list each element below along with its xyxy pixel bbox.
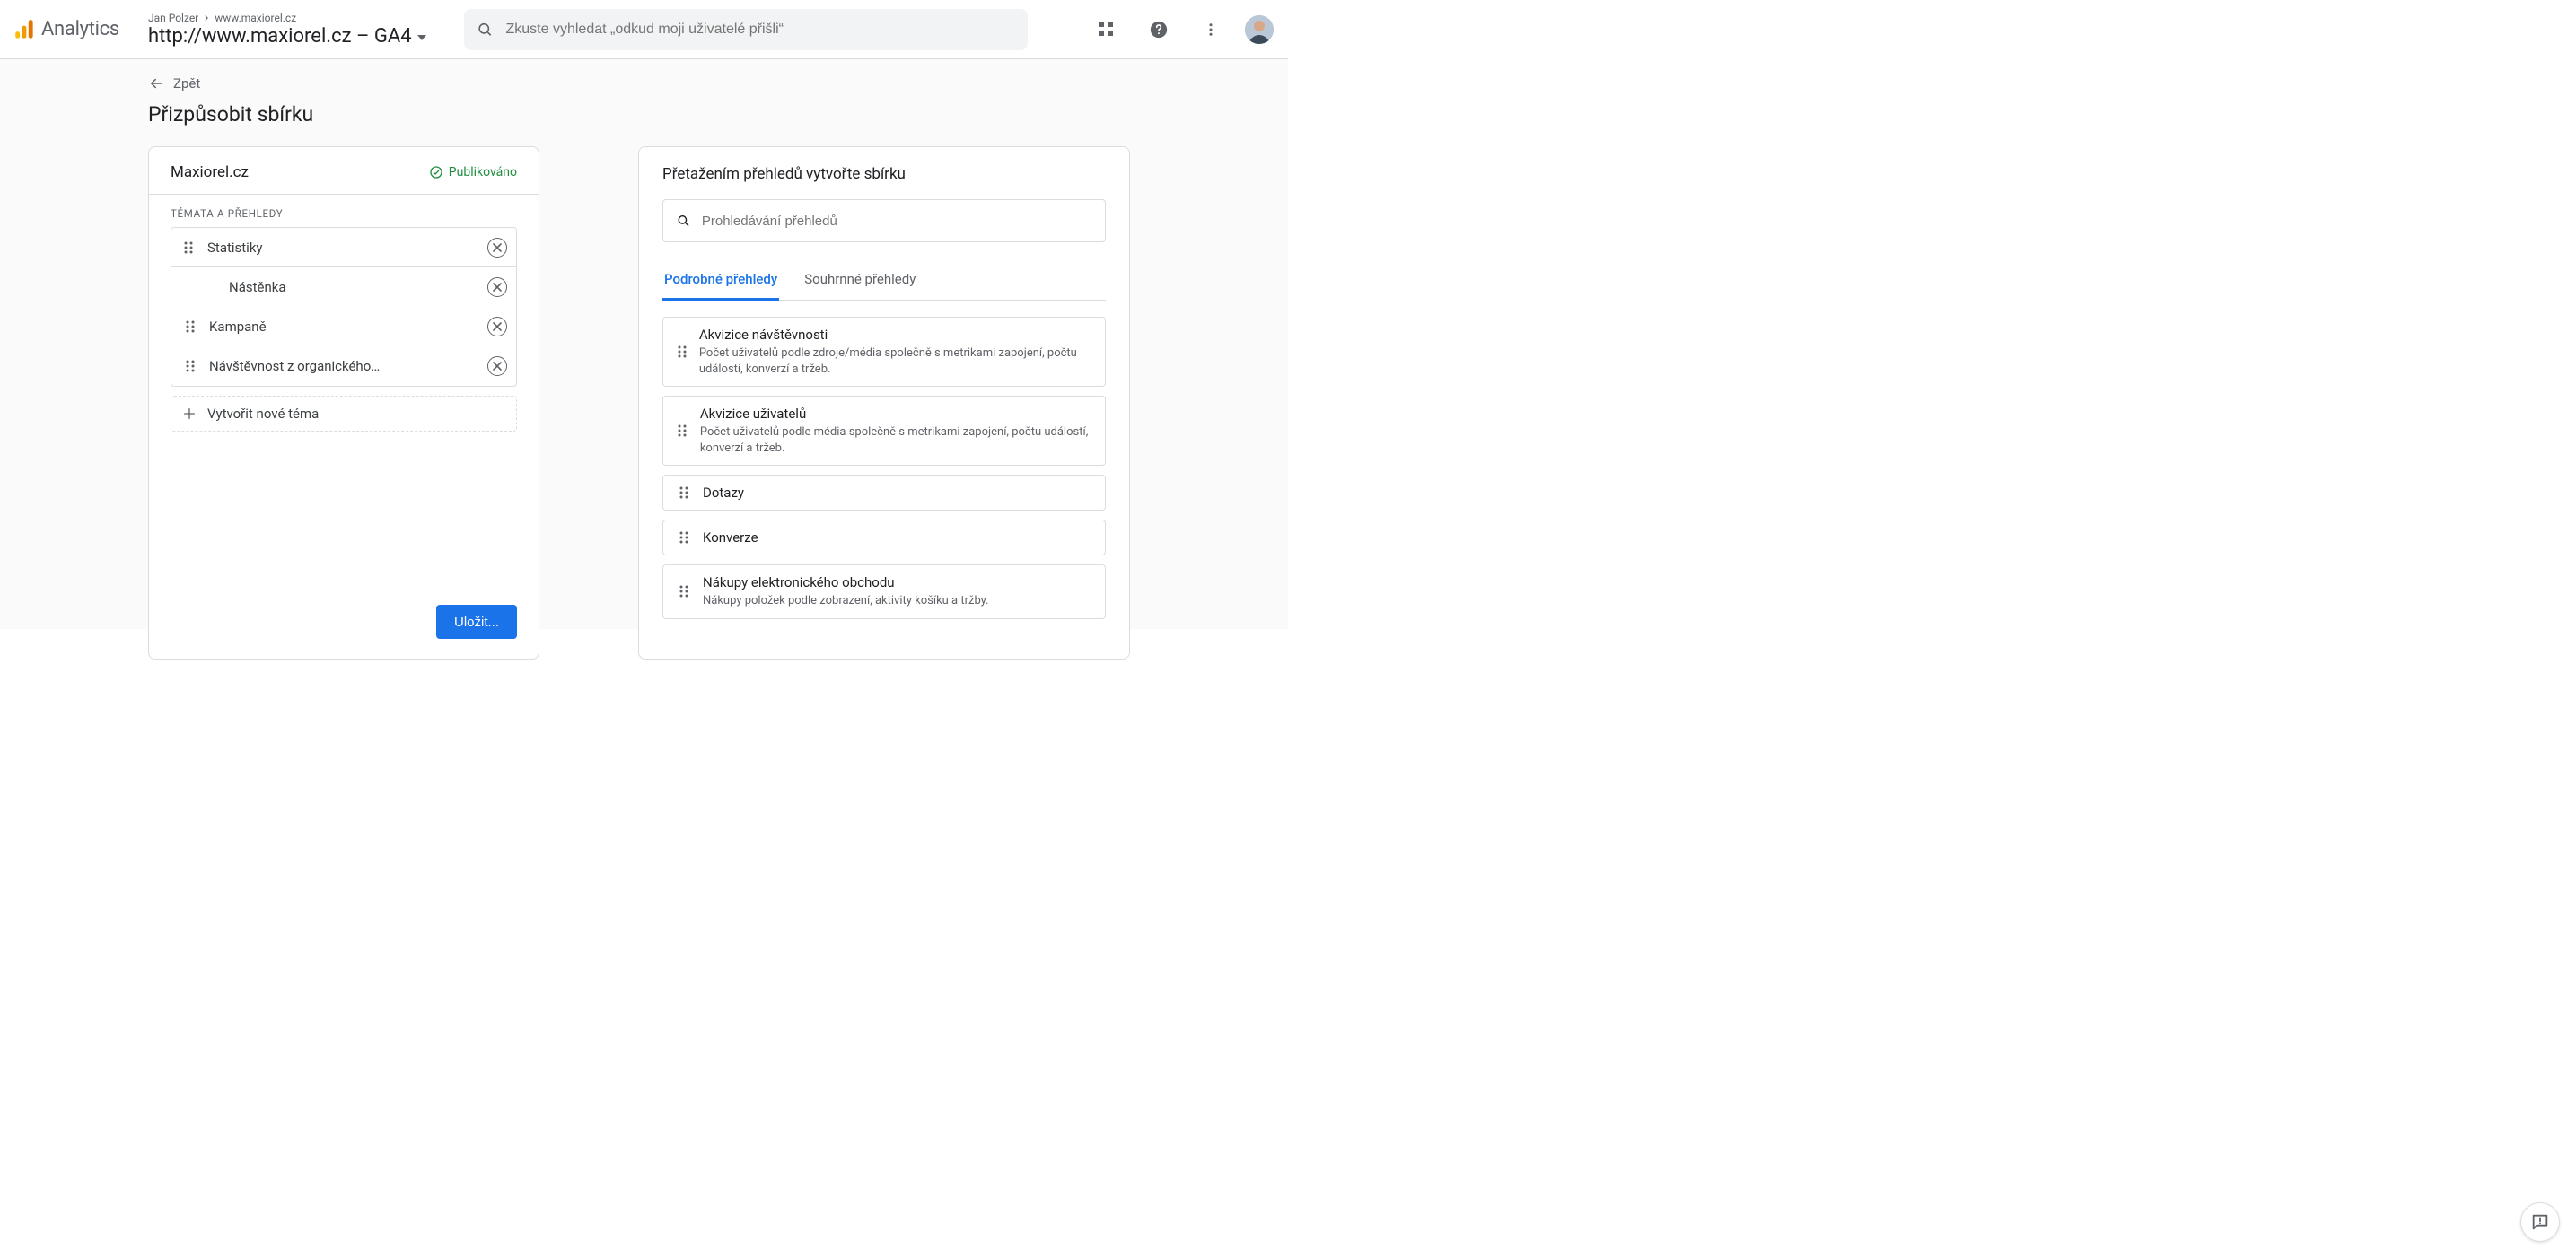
library-item[interactable]: Dotazy [662, 475, 1106, 511]
plus-icon [182, 406, 197, 421]
library-item-title: Akvizice uživatelů [700, 406, 1092, 422]
more-vert-icon [1203, 22, 1219, 38]
library-item-title: Akvizice návštěvnosti [699, 327, 1092, 343]
library-item[interactable]: Akvizice uživatelů Počet uživatelů podle … [662, 396, 1106, 466]
search-icon [676, 213, 691, 229]
library-item[interactable]: Konverze [662, 520, 1106, 555]
published-label: Publikováno [449, 165, 517, 179]
drag-handle-icon[interactable] [676, 530, 692, 545]
breadcrumb: Jan Polzer www.maxiorel.cz [148, 12, 426, 24]
topics-section-label: TÉMATA A PŘEHLEDY [149, 195, 539, 227]
apps-icon [1099, 22, 1115, 38]
app-header: Analytics Jan Polzer www.maxiorel.cz htt… [0, 0, 1288, 59]
collection-name: Maxiorel.cz [171, 163, 249, 181]
drag-handle-icon[interactable] [676, 424, 689, 438]
drag-handle-icon[interactable] [676, 485, 692, 500]
library-item-title: Dotazy [703, 485, 744, 501]
back-label: Zpět [173, 75, 200, 92]
library-item-title: Konverze [703, 529, 758, 546]
avatar-image [1245, 15, 1274, 44]
tab-summary-reports[interactable]: Souhrnné přehledy [802, 262, 917, 300]
collection-panel: Maxiorel.cz Publikováno TÉMATA A PŘEHLED… [148, 146, 539, 660]
drag-handle-icon[interactable] [182, 359, 198, 373]
drag-handle-icon[interactable] [676, 345, 688, 359]
close-icon [493, 362, 502, 371]
analytics-logo[interactable]: Analytics [13, 18, 119, 41]
library-item-desc: Počet uživatelů podle média společně s m… [700, 424, 1092, 456]
property-picker[interactable]: Jan Polzer www.maxiorel.cz http://www.ma… [148, 12, 426, 48]
add-topic-label: Vytvořit nové téma [207, 406, 319, 422]
page-body: Zpět Přizpůsobit sbírku Maxiorel.cz Publ… [0, 59, 1288, 629]
chevron-right-icon [202, 13, 211, 22]
save-button[interactable]: Uložit... [436, 605, 517, 639]
property-title: http://www.maxiorel.cz – GA4 [148, 25, 412, 48]
arrow-left-icon [148, 75, 164, 92]
feedback-icon [2530, 1212, 2550, 1232]
topic-label: Statistiky [207, 240, 477, 256]
drag-handle-icon[interactable] [676, 584, 692, 598]
add-topic-button[interactable]: Vytvořit nové téma [171, 396, 517, 432]
close-icon [493, 243, 502, 252]
search-icon [477, 21, 494, 39]
report-row[interactable]: Kampaně [171, 307, 516, 346]
global-search-input[interactable] [506, 22, 1015, 38]
back-button[interactable]: Zpět [148, 75, 1135, 92]
topic-row[interactable]: Statistiky [171, 228, 516, 267]
remove-report-button[interactable] [487, 317, 507, 336]
help-icon [1149, 20, 1169, 39]
library-search-input[interactable] [702, 214, 1092, 229]
remove-report-button[interactable] [487, 277, 507, 297]
library-tabs: Podrobné přehledy Souhrnné přehledy [662, 262, 1106, 301]
library-item[interactable]: Akvizice návštěvnosti Počet uživatelů pod… [662, 317, 1106, 387]
help-button[interactable] [1141, 12, 1177, 48]
remove-topic-button[interactable] [487, 238, 507, 258]
more-button[interactable] [1193, 12, 1229, 48]
chevron-down-icon [417, 35, 426, 40]
report-row[interactable]: Návštěvnost z organického… [171, 346, 516, 386]
apps-button[interactable] [1089, 12, 1125, 48]
breadcrumb-owner: Jan Polzer [148, 12, 198, 24]
product-name: Analytics [41, 18, 119, 40]
report-row[interactable]: . Nástěnka [171, 267, 516, 307]
report-label: Kampaně [209, 319, 477, 335]
global-search[interactable] [464, 9, 1028, 50]
report-label: Návštěvnost z organického… [209, 358, 477, 374]
tab-detail-reports[interactable]: Podrobné přehledy [662, 262, 779, 301]
library-list: Akvizice návštěvnosti Počet uživatelů pod… [662, 317, 1106, 619]
library-item-desc: Počet uživatelů podle zdroje/média spole… [699, 345, 1092, 377]
library-item-desc: Nákupy položek podle zobrazení, aktivity… [703, 593, 989, 609]
analytics-logo-icon [13, 18, 36, 41]
drag-handle-icon[interactable] [182, 319, 198, 334]
page-title: Přizpůsobit sbírku [148, 102, 1135, 127]
breadcrumb-site: www.maxiorel.cz [215, 12, 296, 24]
library-search[interactable] [662, 199, 1106, 242]
topics-list: Statistiky . Nástěnka [171, 227, 517, 387]
library-item-title: Nákupy elektronického obchodu [703, 574, 989, 590]
check-circle-icon [429, 165, 443, 179]
drag-handle-icon[interactable] [180, 240, 197, 255]
report-label: Nástěnka [229, 279, 477, 295]
account-avatar[interactable] [1245, 15, 1274, 44]
library-item[interactable]: Nákupy elektronického obchodu Nákupy polo… [662, 564, 1106, 619]
library-title: Přetažením přehledů vytvořte sbírku [662, 165, 1106, 183]
remove-report-button[interactable] [487, 356, 507, 376]
feedback-button[interactable] [2520, 1202, 2560, 1242]
published-badge: Publikováno [429, 165, 517, 179]
close-icon [493, 283, 502, 292]
report-library-panel: Přetažením přehledů vytvořte sbírku Podr… [638, 146, 1130, 660]
close-icon [493, 322, 502, 331]
